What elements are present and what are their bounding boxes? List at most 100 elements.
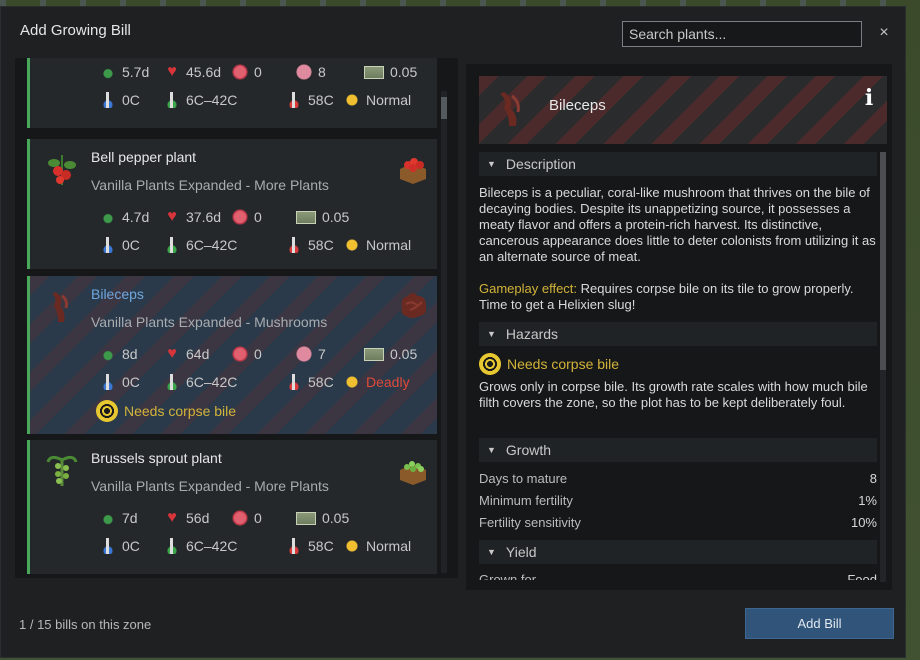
thermometer-hot-icon — [286, 237, 302, 253]
biohazard-icon — [479, 353, 501, 375]
plant-source: Vanilla Plants Expanded - Mushrooms — [91, 314, 328, 330]
lifespan-stat: ♥ 45.6d — [164, 63, 221, 81]
yield-row-grown-for: Grown for Food — [479, 572, 877, 580]
biohazard-icon — [96, 400, 118, 422]
bileceps-meat-icon — [401, 293, 427, 318]
sprout-crate-icon — [400, 461, 426, 485]
thermometer-hot-icon — [286, 538, 302, 554]
yield-stat: 0 — [232, 209, 262, 225]
sun-icon — [344, 538, 360, 554]
plant-list[interactable]: 5.7d ♥ 45.6d 0 8 0.05 0C 6C–42C 58C Norma… — [15, 58, 458, 578]
plant-source: Vanilla Plants Expanded - More Plants — [91, 478, 329, 494]
optimal-temp-stat: 6C–42C — [164, 374, 237, 390]
heart-icon: ♥ — [167, 509, 177, 526]
rose-icon — [232, 346, 248, 362]
collapse-caret-icon: ▼ — [487, 445, 496, 455]
min-temp-stat: 0C — [100, 92, 140, 108]
grow-days-stat: 8d — [100, 346, 138, 362]
info-icon[interactable]: i — [862, 86, 876, 110]
collapse-caret-icon: ▼ — [487, 547, 496, 557]
yield-section-header[interactable]: ▼ Yield — [479, 540, 877, 564]
hazard-item: Needs corpse bile — [479, 353, 619, 375]
plant-name: Bileceps — [91, 286, 144, 302]
search-input[interactable] — [622, 21, 862, 47]
rose-icon — [232, 64, 248, 80]
plant-card[interactable]: 5.7d ♥ 45.6d 0 8 0.05 0C 6C–42C 58C Norma… — [27, 58, 437, 128]
add-bill-button[interactable]: Add Bill — [745, 608, 894, 639]
collapse-caret-icon: ▼ — [487, 329, 496, 339]
market-value-stat: 0.05 — [364, 346, 417, 362]
list-scrollbar-thumb[interactable] — [441, 97, 447, 119]
collapse-caret-icon: ▼ — [487, 159, 496, 169]
lifespan-stat: ♥ 64d — [164, 345, 209, 363]
max-temp-stat: 58C — [286, 374, 334, 390]
max-temp-stat: 58C — [286, 538, 334, 554]
grow-days-stat: 4.7d — [100, 209, 149, 225]
hazard-badge: Needs corpse bile — [96, 400, 236, 422]
heart-icon: ♥ — [167, 345, 177, 362]
money-icon — [364, 65, 384, 79]
dialog-title: Add Growing Bill — [20, 22, 131, 39]
lifespan-stat: ♥ 37.6d — [164, 209, 221, 226]
growth-section-header[interactable]: ▼ Growth — [479, 438, 877, 462]
plant-name: Brussels sprout plant — [91, 450, 222, 466]
plant-name: Bell pepper plant — [91, 149, 197, 165]
light-stat: Normal — [344, 237, 411, 253]
max-temp-stat: 58C — [286, 92, 334, 108]
rose-icon — [232, 209, 248, 225]
thermometer-hot-icon — [286, 92, 302, 108]
sprout-icon — [100, 510, 116, 526]
lifespan-stat: ♥ 56d — [164, 509, 209, 527]
thermometer-optimal-icon — [164, 92, 180, 108]
market-value-stat: 0.05 — [296, 209, 349, 225]
yield-stat: 0 — [232, 346, 262, 362]
thermometer-optimal-icon — [164, 374, 180, 390]
description-text: Bileceps is a peculiar, coral-like mushr… — [479, 185, 876, 264]
thermometer-optimal-icon — [164, 538, 180, 554]
rose-icon — [232, 510, 248, 526]
yield-stat: 0 — [232, 510, 262, 526]
hazard-description: Grows only in corpse bile. Its growth ra… — [479, 379, 868, 410]
min-temp-stat: 0C — [100, 538, 140, 554]
max-temp-stat: 58C — [286, 237, 334, 253]
thermometer-cold-icon — [100, 92, 116, 108]
light-stat: Normal — [344, 92, 411, 108]
detail-header — [479, 76, 887, 144]
plant-card-bell-pepper[interactable]: Bell pepper plant Vanilla Plants Expande… — [27, 139, 437, 269]
money-icon — [296, 210, 316, 224]
money-icon — [296, 511, 316, 525]
bill-count-status: 1 / 15 bills on this zone — [19, 617, 152, 632]
sun-icon — [344, 237, 360, 253]
thermometer-optimal-icon — [164, 237, 180, 253]
hazards-section-header[interactable]: ▼ Hazards — [479, 322, 877, 346]
thermometer-cold-icon — [100, 237, 116, 253]
plant-card-bileceps[interactable]: Bileceps Vanilla Plants Expanded - Mushr… — [27, 276, 437, 434]
gameplay-effect-text: Gameplay effect: Requires corpse bile on… — [479, 281, 854, 312]
close-icon[interactable]: × — [875, 23, 893, 43]
thermometer-cold-icon — [100, 538, 116, 554]
nutrition-stat: 7 — [296, 346, 326, 362]
light-stat: Normal — [344, 538, 411, 554]
thermometer-hot-icon — [286, 374, 302, 390]
bileceps-detail-icon — [500, 92, 520, 126]
detail-plant-name: Bileceps — [549, 97, 606, 114]
brain-icon — [296, 346, 312, 362]
plant-card-brussels-sprout[interactable]: Brussels sprout plant Vanilla Plants Exp… — [27, 440, 437, 574]
sun-icon — [344, 374, 360, 390]
market-value-stat: 0.05 — [364, 64, 417, 80]
bileceps-plant-icon — [52, 292, 68, 322]
grow-days-stat: 7d — [100, 510, 138, 526]
detail-scrollbar-thumb[interactable] — [880, 152, 886, 370]
sprout-icon — [100, 64, 116, 80]
grow-days-stat: 5.7d — [100, 64, 149, 80]
sprout-icon — [100, 209, 116, 225]
money-icon — [364, 347, 384, 361]
thermometer-cold-icon — [100, 374, 116, 390]
light-stat: Deadly — [344, 374, 410, 390]
list-scrollbar-track[interactable] — [441, 91, 447, 573]
bell-pepper-plant-icon — [48, 155, 76, 185]
description-section-header[interactable]: ▼ Description — [479, 152, 877, 176]
heart-icon: ♥ — [167, 63, 177, 80]
optimal-temp-stat: 6C–42C — [164, 92, 237, 108]
growth-row-min-fertility: Minimum fertility 1% — [479, 493, 877, 508]
